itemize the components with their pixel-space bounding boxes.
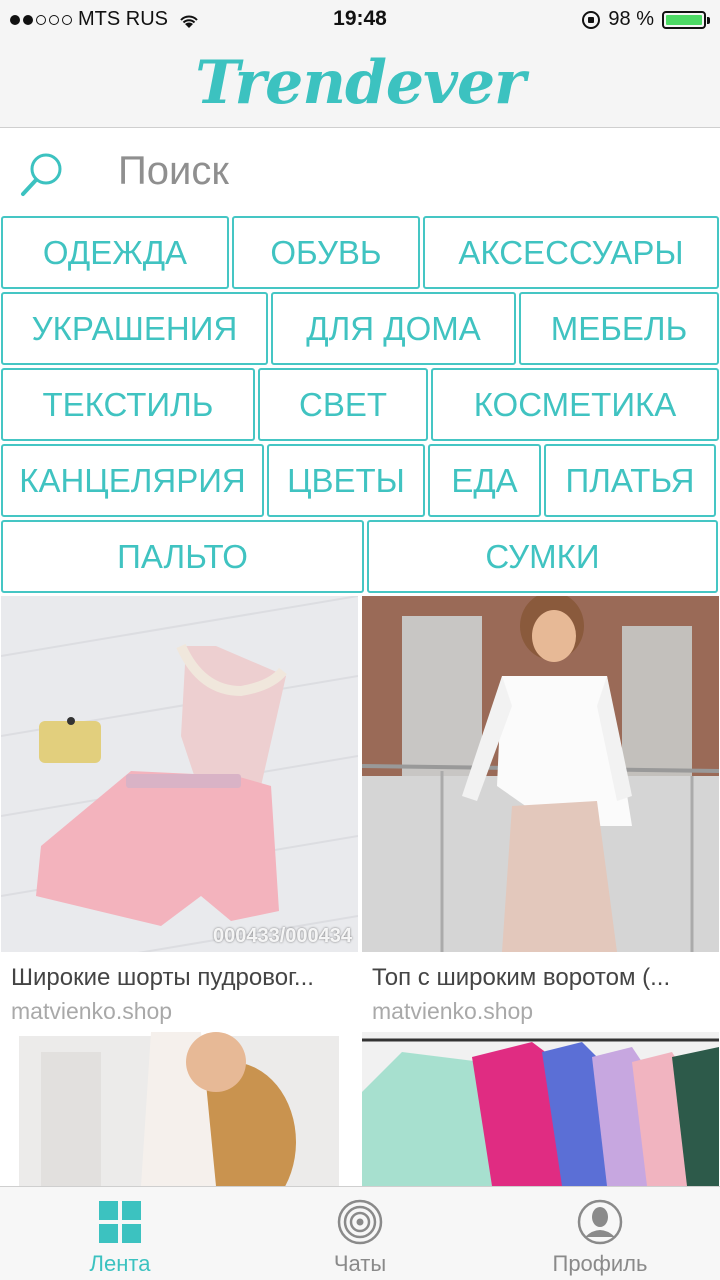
shop-name[interactable]: matvienko.shop — [362, 998, 719, 1025]
category-row: КАНЦЕЛЯРИЯ ЦВЕТЫ ЕДА ПЛАТЬЯ — [0, 444, 720, 517]
product-image — [362, 1032, 719, 1186]
search-bar — [0, 129, 720, 213]
category-row: ПАЛЬТО СУМКИ — [0, 520, 720, 593]
category-textile[interactable]: ТЕКСТИЛЬ — [1, 368, 255, 441]
category-row: ТЕКСТИЛЬ СВЕТ КОСМЕТИКА — [0, 368, 720, 441]
status-bar: MTS RUS 19:48 98 % — [0, 0, 720, 38]
category-flowers[interactable]: ЦВЕТЫ — [267, 444, 425, 517]
app-logo: Trendever — [195, 47, 525, 118]
category-light[interactable]: СВЕТ — [258, 368, 428, 441]
product-card[interactable] — [1, 1032, 358, 1186]
tab-bar: Лента Чаты Профиль — [0, 1186, 720, 1280]
profile-icon — [577, 1199, 623, 1245]
category-shoes[interactable]: ОБУВЬ — [232, 216, 420, 289]
category-home[interactable]: ДЛЯ ДОМА — [271, 292, 516, 365]
battery-icon — [662, 10, 710, 29]
category-dresses[interactable]: ПЛАТЬЯ — [544, 444, 716, 517]
product-image — [362, 596, 719, 952]
shop-name[interactable]: matvienko.shop — [1, 998, 358, 1025]
category-coats[interactable]: ПАЛЬТО — [1, 520, 364, 593]
category-grid: ОДЕЖДА ОБУВЬ АКСЕССУАРЫ УКРАШЕНИЯ ДЛЯ ДО… — [0, 216, 720, 596]
category-bags[interactable]: СУМКИ — [367, 520, 718, 593]
product-card[interactable]: 000433/000434 Широкие шорты пудровог... … — [1, 596, 358, 1025]
rotation-lock-icon — [582, 10, 601, 29]
product-card[interactable]: Топ с широким воротом (... matvienko.sho… — [362, 596, 719, 1025]
tab-label: Чаты — [333, 1251, 387, 1276]
tab-label: Лента — [89, 1251, 151, 1276]
product-image — [1, 1032, 358, 1186]
tab-profile[interactable]: Профиль — [480, 1187, 720, 1280]
product-card[interactable] — [362, 1032, 719, 1186]
battery-percent: 98 % — [608, 8, 654, 30]
app-header: Trendever — [0, 38, 720, 128]
category-stationery[interactable]: КАНЦЕЛЯРИЯ — [1, 444, 264, 517]
chat-rings-icon — [337, 1199, 383, 1245]
tab-feed[interactable]: Лента — [0, 1187, 240, 1280]
product-title: Топ с широким воротом (... — [372, 964, 671, 991]
search-icon[interactable] — [18, 149, 68, 199]
category-jewelry[interactable]: УКРАШЕНИЯ — [1, 292, 268, 365]
category-furniture[interactable]: МЕБЕЛЬ — [519, 292, 719, 365]
tab-chats[interactable]: Чаты — [240, 1187, 480, 1280]
category-food[interactable]: ЕДА — [428, 444, 541, 517]
tab-label: Профиль — [552, 1251, 648, 1276]
category-clothes[interactable]: ОДЕЖДА — [1, 216, 229, 289]
category-row: УКРАШЕНИЯ ДЛЯ ДОМА МЕБЕЛЬ — [0, 292, 720, 365]
grid-icon — [97, 1199, 143, 1245]
category-cosmetics[interactable]: КОСМЕТИКА — [431, 368, 719, 441]
product-image: 000433/000434 — [1, 596, 358, 952]
category-row: ОДЕЖДА ОБУВЬ АКСЕССУАРЫ — [0, 216, 720, 289]
category-accessories[interactable]: АКСЕССУАРЫ — [423, 216, 719, 289]
product-title: Широкие шорты пудровог... — [11, 964, 314, 991]
image-watermark: 000433/000434 — [212, 925, 352, 947]
search-input[interactable] — [118, 147, 698, 195]
